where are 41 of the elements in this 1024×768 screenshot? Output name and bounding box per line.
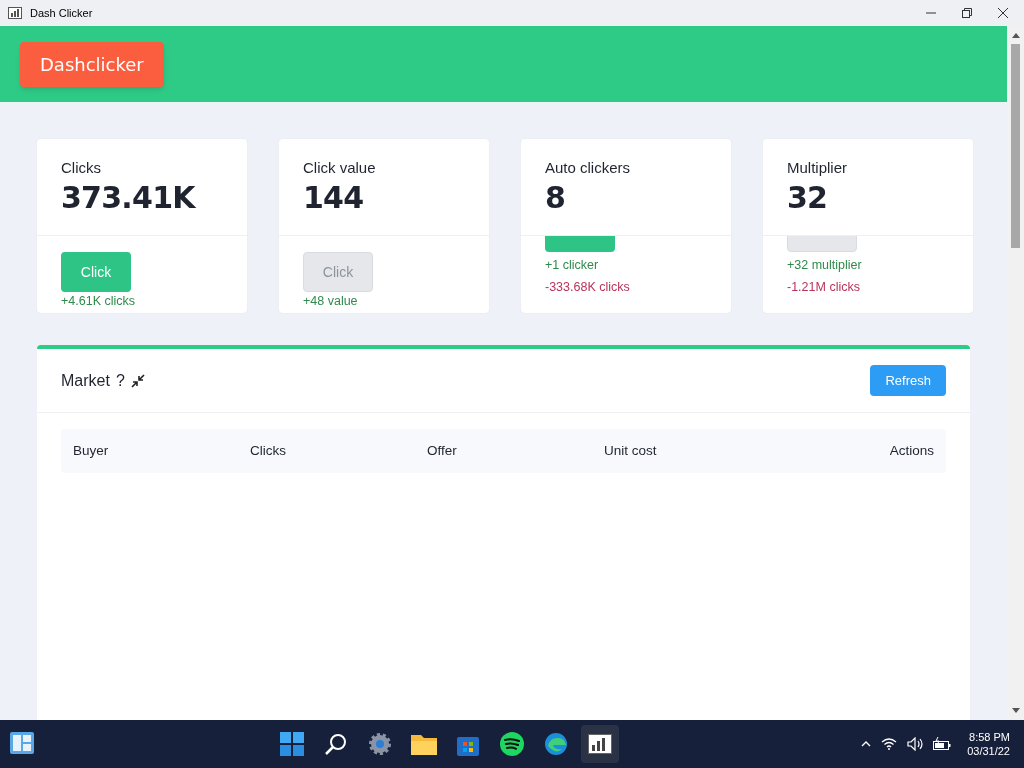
effect-note: +1 clicker [545,257,600,274]
volume-icon[interactable] [907,737,924,751]
refresh-button[interactable]: Refresh [870,365,946,396]
app-icon [8,7,22,19]
effect-note: +4.61K clicks [61,293,135,310]
effect-note: +32 multiplier [787,257,862,274]
help-mark[interactable]: ? [115,368,125,393]
collapse-icon[interactable] [130,373,145,388]
column-header: Buyer [73,441,110,460]
column-header: Offer [427,441,458,460]
scroll-thumb[interactable] [1011,44,1020,248]
chart-window-icon[interactable] [580,725,619,763]
effect-note: +48 value [303,293,358,310]
restore-icon[interactable] [962,8,972,18]
stat-value: 144 [303,179,365,216]
close-icon[interactable] [998,8,1008,18]
market-title: Market [61,370,110,391]
clock-date[interactable]: 03/31/22 [967,744,1010,758]
scrollbar[interactable] [1007,26,1024,720]
stat-label: Multiplier [787,158,848,178]
stat-label: Clicks [61,158,102,178]
column-header: Clicks [250,441,287,460]
stat-value: 8 [545,179,567,216]
window-title: Dash Clicker [30,5,93,21]
column-header: Actions [888,441,934,460]
clock-time[interactable]: 8:58 PM [969,730,1010,744]
effect-note: -1.21M clicks [787,278,861,296]
stat-value: 373.41K [61,179,197,216]
brand-logo[interactable]: Dashclicker [20,41,164,87]
scroll-up-icon[interactable] [1011,32,1020,38]
scroll-down-icon[interactable] [1011,708,1020,714]
chevron-up-icon[interactable] [861,741,872,747]
battery-icon[interactable] [933,737,952,751]
wifi-icon[interactable] [881,738,898,750]
stat-label: Auto clickers [545,158,632,178]
stat-label: Click value [303,158,377,178]
stat-value: 32 [787,179,829,216]
click-button[interactable]: Click [61,252,131,292]
column-header: Unit cost [604,441,658,460]
effect-note: -333.68K clicks [545,278,630,296]
widgets-icon[interactable] [10,732,34,754]
